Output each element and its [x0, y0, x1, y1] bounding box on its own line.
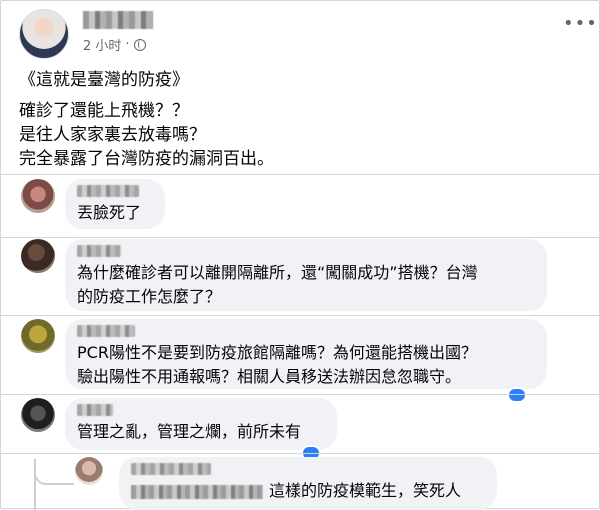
reply-text-row: 這樣的防疫模範生，笑死人	[131, 479, 485, 503]
post-meta: 2 小时 ·	[83, 35, 146, 54]
tagged-user-blurred[interactable]	[131, 484, 263, 499]
divider	[1, 174, 600, 175]
reply-thread-connector	[34, 471, 74, 485]
comment-text: PCR陽性不是要到防疫旅館隔離嗎？為何還能搭機出國？	[77, 343, 477, 362]
comment-text: 為什麼確診者可以離開隔離所，還“闖關成功”搭機？台灣	[77, 263, 478, 282]
divider	[1, 237, 600, 238]
comment-bubble: 丟臉死了	[65, 179, 165, 229]
comment-avatar[interactable]	[21, 239, 55, 273]
comment-text: 管理之亂，管理之爛，前所未有	[77, 422, 302, 441]
comment-avatar[interactable]	[21, 179, 55, 213]
comment-bubble: PCR陽性不是要到防疫旅館隔離嗎？為何還能搭機出國？ 驗出陽性不用通報嗎？相關人…	[65, 319, 547, 389]
comment-bubble: 管理之亂，管理之爛，前所未有	[65, 398, 337, 450]
facebook-post: 2 小时 · ••• 《這就是臺灣的防疫》 確診了還能上飛機？？ 是往人家家裏去…	[0, 0, 600, 510]
post-body-line: 完全暴露了台灣防疫的漏洞百出。	[19, 149, 274, 169]
reply-thread-line	[34, 459, 36, 510]
globe-icon[interactable]	[133, 38, 146, 51]
comment-avatar[interactable]	[21, 398, 55, 432]
comment-text: 驗出陽性不用通報嗎？相關人員移送法辦因怠忽職守。	[77, 367, 462, 386]
post-timestamp[interactable]: 2 小时	[83, 35, 121, 54]
comment-text: 的防疫工作怎麼了？	[77, 287, 222, 306]
reply-bubble: 這樣的防疫模範生，笑死人	[119, 457, 497, 510]
divider	[1, 394, 600, 395]
author-avatar[interactable]	[19, 9, 69, 59]
meta-separator: ·	[125, 37, 130, 52]
comment-bubble: 為什麼確診者可以離開隔離所，還“闖關成功”搭機？台灣 的防疫工作怎麼了？	[65, 239, 547, 311]
comment-text: 丟臉死了	[77, 203, 142, 222]
like-reaction-icon[interactable]	[507, 387, 527, 403]
more-options-icon[interactable]: •••	[563, 15, 597, 33]
reply-text: 這樣的防疫模範生，笑死人	[269, 481, 462, 500]
post-body: 確診了還能上飛機？？ 是往人家家裏去放毒嗎？ 完全暴露了台灣防疫的漏洞百出。	[19, 99, 274, 171]
post-header: 2 小时 · •••	[15, 9, 597, 61]
comment-author-blurred[interactable]	[77, 404, 113, 416]
post-body-line: 是往人家家裏去放毒嗎？	[19, 125, 206, 145]
comment-author-blurred[interactable]	[77, 325, 135, 337]
post-body-line: 確診了還能上飛機？？	[19, 101, 189, 121]
author-name-blurred[interactable]	[83, 11, 153, 29]
divider	[1, 453, 600, 454]
comment-author-blurred[interactable]	[77, 185, 139, 197]
post-title: 《這就是臺灣的防疫》	[19, 70, 189, 90]
reply-avatar[interactable]	[75, 457, 103, 485]
comment-avatar[interactable]	[21, 319, 55, 353]
comment-author-blurred[interactable]	[77, 245, 121, 257]
reply-author-blurred[interactable]	[131, 463, 211, 475]
divider	[1, 315, 600, 316]
